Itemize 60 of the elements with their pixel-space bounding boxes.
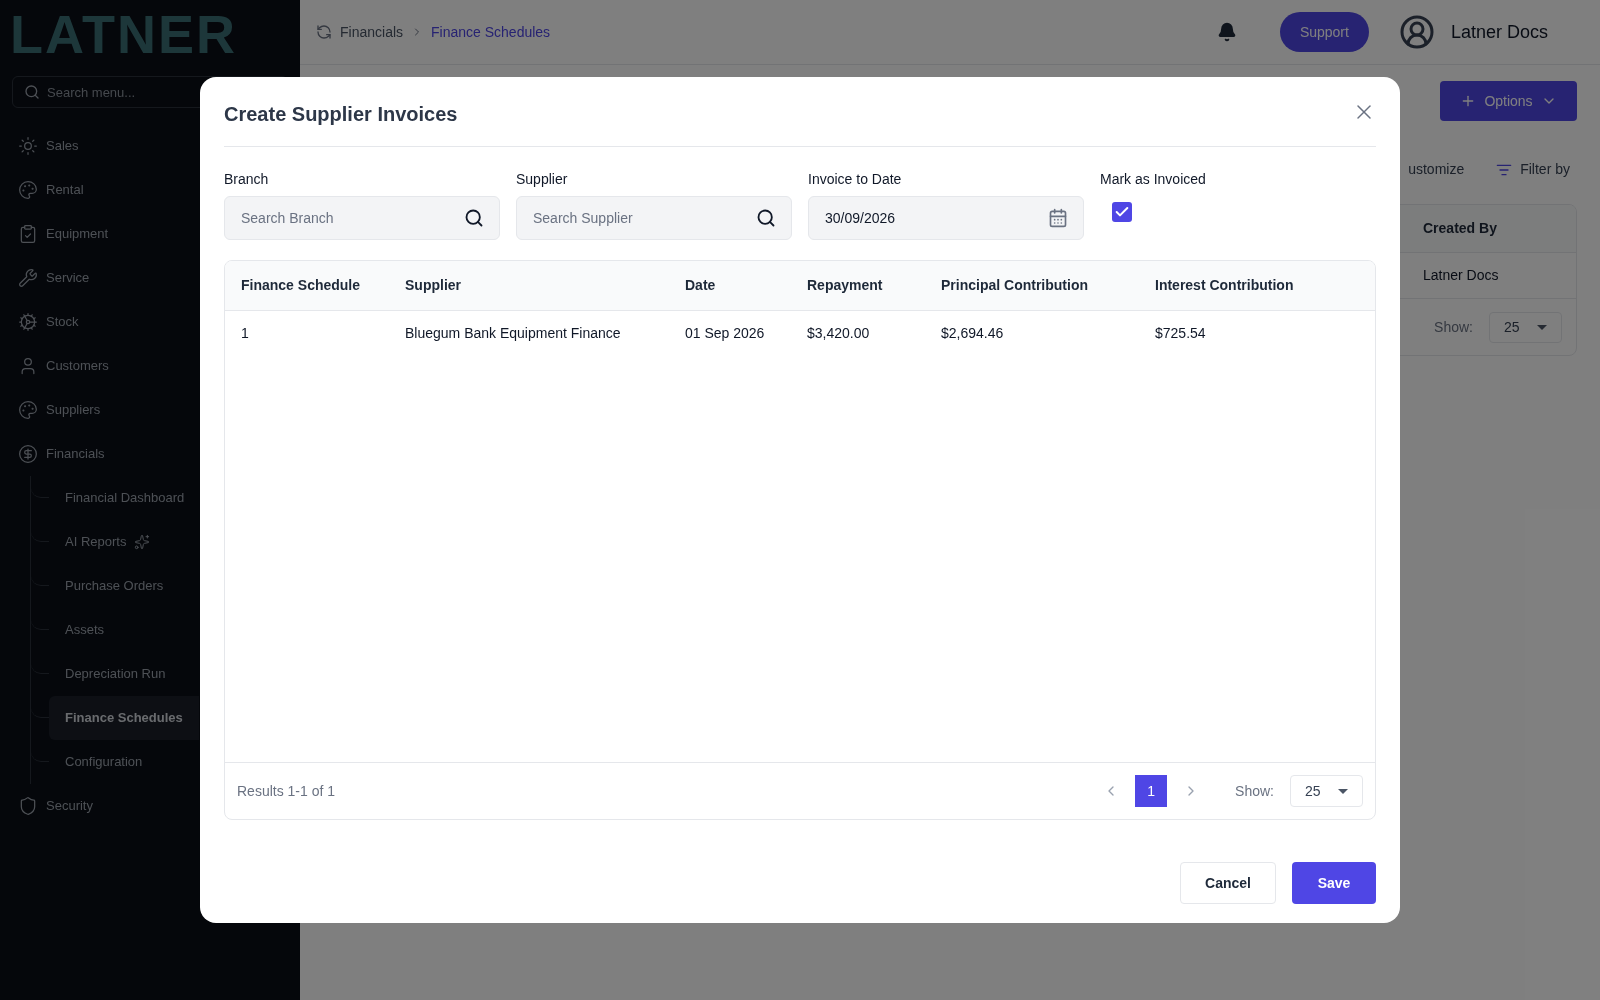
- customize-button[interactable]: ustomize: [1408, 159, 1465, 180]
- column-header: Supplier: [405, 276, 462, 295]
- support-button[interactable]: Support: [1279, 12, 1369, 52]
- sidebar-subitem[interactable]: Finance Schedules: [49, 696, 199, 740]
- breadcrumb-link[interactable]: Finance Schedules: [431, 21, 551, 43]
- sidebar-item[interactable]: Customers: [0, 344, 300, 388]
- field-label: Mark as Invoiced: [1100, 170, 1207, 189]
- sidebar-subitem[interactable]: Assets: [49, 608, 199, 652]
- palette-icon: [18, 180, 38, 200]
- page-button[interactable]: 1: [1135, 775, 1168, 807]
- field-label: Supplier: [516, 170, 569, 189]
- clipboard-check-icon: [18, 224, 38, 244]
- table-cell-text: 1: [241, 323, 250, 343]
- show-label: Show:: [1434, 317, 1473, 337]
- table-cell-text: $725.54: [1155, 323, 1207, 343]
- sidebar-item[interactable]: Sales: [0, 124, 300, 168]
- sidebar-subitem[interactable]: Depreciation Run: [49, 652, 199, 696]
- sidebar-item[interactable]: Suppliers: [0, 388, 300, 432]
- wrench-icon: [18, 268, 38, 288]
- bell-icon[interactable]: [1216, 22, 1237, 42]
- results-count: Results 1-1 of 1: [237, 781, 336, 801]
- breadcrumb-link[interactable]: Financials: [340, 21, 404, 43]
- sidebar-subitem[interactable]: Configuration: [49, 740, 199, 784]
- date-field[interactable]: 30/09/2026: [808, 196, 1084, 240]
- caret-icon: [1338, 788, 1348, 794]
- options-button[interactable]: Options: [1440, 81, 1577, 121]
- show-label: Show:: [1235, 781, 1274, 801]
- table-cell-text: $3,420.00: [807, 323, 871, 343]
- save-button[interactable]: Save: [1292, 862, 1376, 904]
- refresh-icon: [316, 24, 332, 40]
- palette-icon: [18, 400, 38, 420]
- column-header: Date: [685, 276, 717, 295]
- user-name: Latner Docs: [1450, 20, 1548, 44]
- column-header: Repayment: [807, 276, 884, 295]
- table-cell-text: Bluegum Bank Equipment Finance: [405, 323, 622, 343]
- search-icon: [464, 208, 484, 228]
- table-cell-text: 01 Sep 2026: [685, 323, 766, 343]
- sidebar-subitem[interactable]: AI Reports: [49, 520, 199, 564]
- sun-icon: [18, 136, 38, 156]
- sidebar-subitem[interactable]: Purchase Orders: [49, 564, 199, 608]
- calendar-icon: [1048, 208, 1068, 228]
- sidebar-item[interactable]: Financials: [0, 432, 300, 476]
- sidebar-subitem[interactable]: Financial Dashboard: [49, 476, 199, 520]
- shield-icon: [18, 796, 38, 816]
- page-size-select[interactable]: 25: [1290, 775, 1363, 807]
- search-icon: [24, 84, 40, 100]
- column-header: Finance Schedule: [241, 276, 362, 295]
- dollar-icon: [18, 444, 38, 464]
- field-label: Branch: [224, 170, 270, 189]
- page-size-select[interactable]: 25: [1489, 311, 1562, 343]
- avatar-icon[interactable]: [1398, 14, 1435, 50]
- cancel-button[interactable]: Cancel: [1180, 862, 1276, 904]
- search-icon: [756, 208, 776, 228]
- cog-icon: [18, 312, 38, 332]
- caret-icon: [1537, 324, 1547, 330]
- checkbox[interactable]: [1112, 202, 1132, 222]
- table-cell-text: $2,694.46: [941, 323, 1005, 343]
- column-header: Principal Contribution: [941, 276, 1089, 295]
- filter-button[interactable]: Filter by: [1496, 159, 1570, 180]
- field-label: Invoice to Date: [808, 170, 903, 189]
